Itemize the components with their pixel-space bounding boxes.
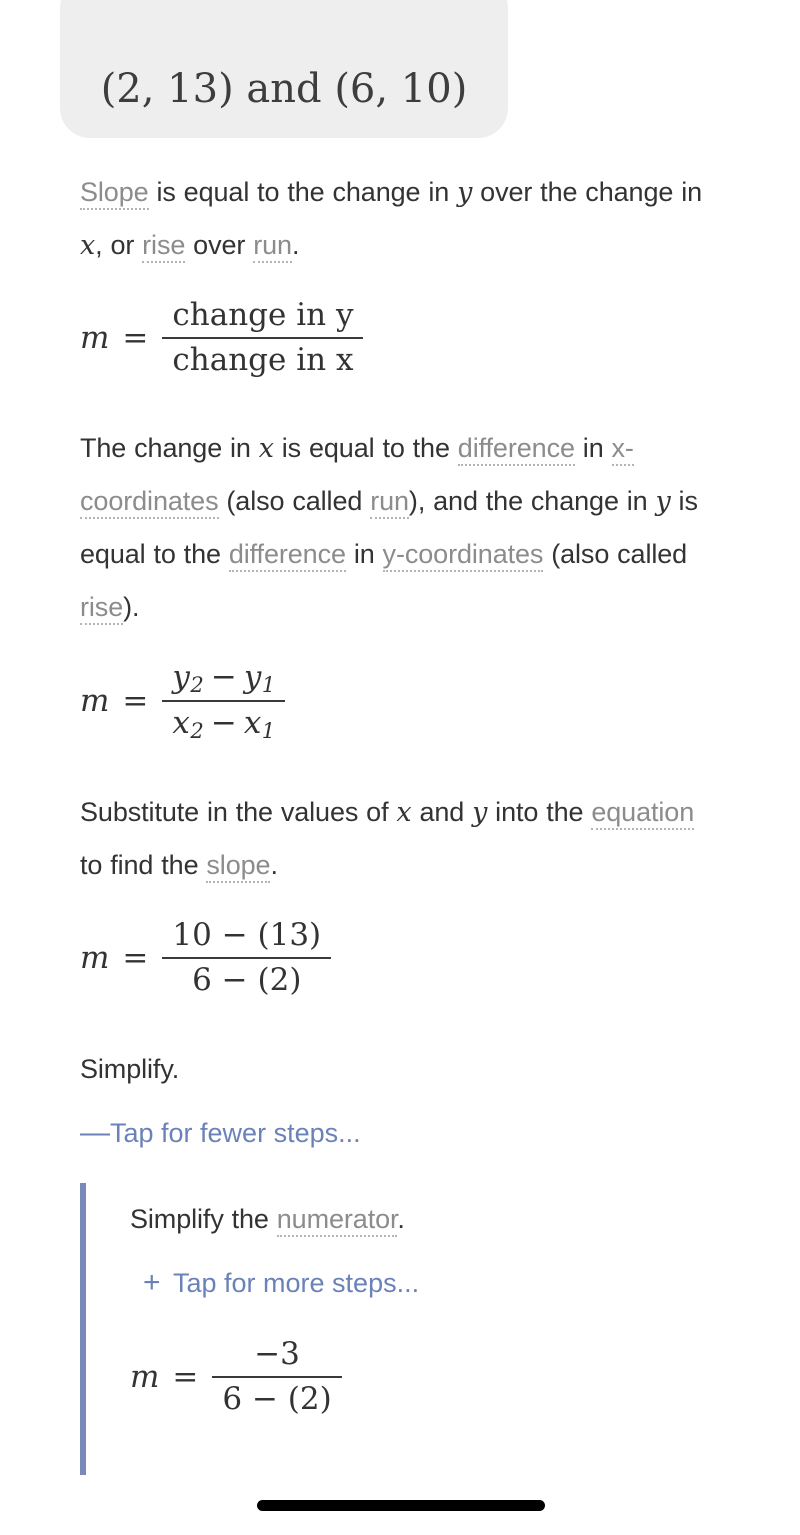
text-fragment: . <box>397 1203 405 1234</box>
subscript-1: 1 <box>261 717 276 743</box>
solution-content: Slope is equal to the change in y over t… <box>80 166 720 1475</box>
equals-sign: = <box>122 940 149 977</box>
text-fragment: and <box>411 797 473 828</box>
variable-m: m <box>80 320 110 357</box>
substep-description: Simplify the numerator. <box>130 1193 720 1246</box>
fraction-numerator: change in y <box>172 297 354 333</box>
variable-m: m <box>80 940 110 977</box>
text-fragment: ). <box>123 592 140 623</box>
fraction-denominator: 6 − (2) <box>192 962 302 999</box>
variable-x2: x <box>172 705 190 742</box>
text-fragment: is equal to the <box>273 433 458 464</box>
equation-slope-subscripts: m = y2− y1 x2− x1 <box>80 656 720 746</box>
variable-x: x <box>396 797 412 829</box>
step-substitute: Substitute in the values of x and y into… <box>80 786 720 892</box>
tap-for-fewer-steps-link[interactable]: — Tap for fewer steps... <box>80 1118 720 1149</box>
subscript-1: 1 <box>261 671 276 697</box>
minus-sign: − <box>210 659 237 696</box>
glossary-term-slope[interactable]: slope <box>206 850 271 884</box>
subscript-2: 2 <box>190 671 204 697</box>
equation-simplified-numerator: m = −3 6 − (2) <box>130 1333 720 1421</box>
step-change-explanation: The change in x is equal to the differen… <box>80 422 720 634</box>
fraction-substituted: 10 − (13) 6 − (2) <box>162 914 332 1002</box>
problem-statement: (2, 13) and (6, 10) <box>100 66 468 112</box>
text-fragment: ), and the change in <box>408 486 656 517</box>
plus-icon: + <box>143 1266 161 1300</box>
text-fragment: . <box>270 850 278 881</box>
text-fragment: over <box>185 230 254 260</box>
variable-y2: y <box>172 659 190 696</box>
home-indicator <box>257 1500 545 1511</box>
equation-slope-words: m = change in y change in x <box>80 294 720 382</box>
problem-header-pill: (2, 13) and (6, 10) <box>60 0 508 138</box>
variable-x: x <box>80 230 96 261</box>
glossary-term-y-coordinates[interactable]: y-coordinates <box>382 539 543 573</box>
variable-m: m <box>80 683 110 720</box>
equals-sign: = <box>122 320 149 357</box>
variable-y: y <box>457 177 473 208</box>
text-fragment: is equal to the change in <box>148 177 458 207</box>
fraction-numerator: 10 − (13) <box>172 917 322 954</box>
text-fragment: The change in <box>80 433 259 464</box>
glossary-term-slope[interactable]: Slope <box>80 177 149 210</box>
text-fragment: in <box>345 539 383 570</box>
text-fragment: Substitute in the values of <box>80 797 397 828</box>
subscript-2: 2 <box>190 717 204 743</box>
text-fragment: over the change in <box>472 177 703 207</box>
fraction-simplified: −3 6 − (2) <box>212 1333 342 1421</box>
variable-m: m <box>130 1358 160 1395</box>
fraction-numerator: y2− y1 <box>162 656 285 700</box>
tap-for-more-steps-link[interactable]: + Tap for more steps... <box>143 1268 720 1299</box>
fraction-denominator: change in x <box>172 342 354 379</box>
tap-link-label: Tap for more steps... <box>173 1267 420 1298</box>
fraction-numerator: −3 <box>254 1335 300 1372</box>
text-fragment: (also called <box>218 486 371 517</box>
equals-sign: = <box>172 1358 199 1395</box>
tap-link-label: Tap for fewer steps... <box>110 1117 361 1148</box>
text-fragment: (also called <box>543 539 688 570</box>
equals-sign: = <box>122 683 149 720</box>
variable-y: y <box>472 797 488 829</box>
glossary-term-run[interactable]: run <box>370 486 409 520</box>
fraction-denominator: x2− x1 <box>162 702 285 746</box>
text-fragment: , or <box>95 230 143 260</box>
glossary-term-difference[interactable]: difference <box>457 433 575 467</box>
glossary-term-equation[interactable]: equation <box>591 797 694 831</box>
equation-substituted: m = 10 − (13) 6 − (2) <box>80 914 720 1002</box>
fraction-denominator: 6 − (2) <box>222 1380 332 1417</box>
text-fragment: Simplify the <box>130 1203 277 1234</box>
text-fragment: in <box>574 433 612 464</box>
fraction-slope-words: change in y change in x <box>162 294 364 382</box>
minus-sign: − <box>210 705 237 742</box>
minus-icon: — <box>80 1116 110 1150</box>
glossary-term-difference[interactable]: difference <box>228 539 346 573</box>
step-simplify-label: Simplify. <box>80 1053 180 1084</box>
variable-y: y <box>655 486 671 518</box>
step-slope-definition: Slope is equal to the change in y over t… <box>80 166 720 272</box>
glossary-term-rise[interactable]: rise <box>80 592 123 626</box>
text-fragment: to find the <box>80 850 207 881</box>
substep-simplify-numerator: Simplify the numerator. + Tap for more s… <box>80 1182 720 1475</box>
variable-x: x <box>258 433 274 465</box>
glossary-term-numerator[interactable]: numerator <box>276 1203 398 1237</box>
fraction-slope-subscripts: y2− y1 x2− x1 <box>162 656 286 746</box>
variable-x1: x <box>243 705 262 742</box>
text-fragment: into the <box>487 797 592 828</box>
glossary-term-rise[interactable]: rise <box>142 230 185 263</box>
variable-y1: y <box>243 659 262 696</box>
glossary-term-run[interactable]: run <box>253 230 292 263</box>
text-fragment: . <box>291 230 300 260</box>
